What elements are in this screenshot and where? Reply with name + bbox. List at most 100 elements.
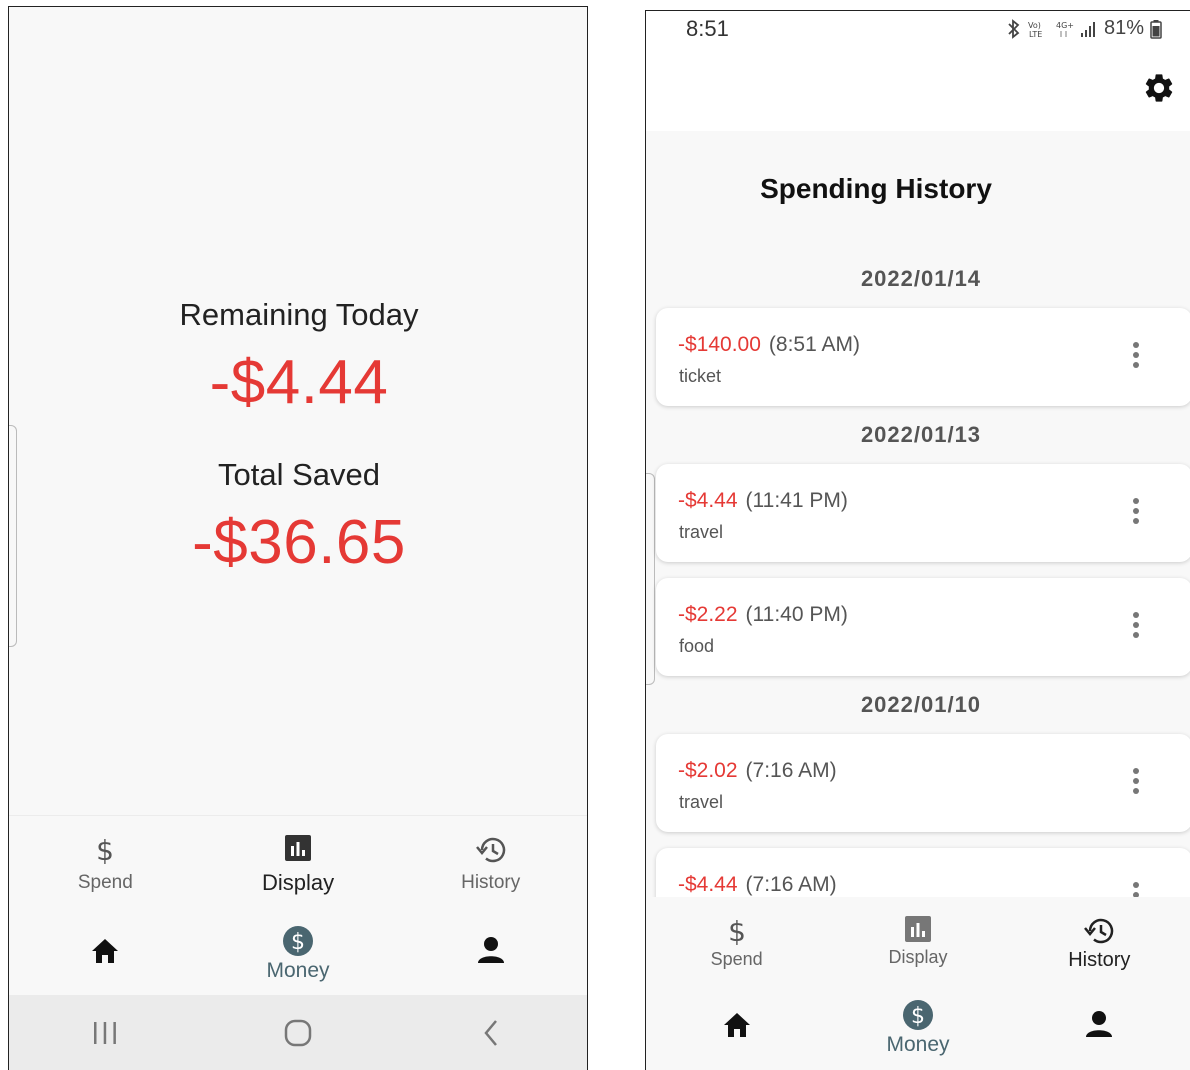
tab-display[interactable]: Display: [202, 816, 395, 907]
nav-money[interactable]: $ Money: [827, 983, 1008, 1070]
entry-amount: -$4.44: [678, 873, 738, 896]
entry-time: (7:16 AM): [745, 759, 837, 782]
tab-display-label: Display: [888, 947, 948, 967]
more-options-icon[interactable]: [1130, 768, 1142, 798]
bar-chart-icon: [904, 916, 931, 942]
entry-amount: -$2.02: [678, 759, 738, 782]
tab-spend[interactable]: $ Spend: [646, 897, 827, 983]
back-button[interactable]: [394, 1018, 587, 1048]
date-header: 2022/01/13: [860, 422, 982, 447]
bluetooth-icon: [1008, 18, 1020, 39]
view-tabs: $ Spend Display History: [646, 897, 1190, 983]
entry-amount-time: -$2.02 (7:16 AM): [678, 759, 837, 783]
home-circle-icon: [284, 1019, 312, 1047]
nav-money-label: Money: [266, 959, 330, 982]
person-icon: [477, 937, 504, 963]
tab-spend-label: Spend: [710, 949, 763, 969]
recents-button[interactable]: [9, 1020, 202, 1046]
date-header: 2022/01/10: [860, 692, 982, 717]
nav-profile[interactable]: [1009, 983, 1190, 1070]
svg-text:$: $: [291, 930, 305, 955]
entry-amount-time: -$4.44 (7:16 AM): [678, 873, 837, 897]
home-icon: [723, 1013, 750, 1037]
nav-home[interactable]: [9, 907, 202, 995]
bottom-navigation: $ Money: [646, 983, 1190, 1070]
history-entry-card[interactable]: -$2.22 (11:40 PM) food: [656, 578, 1190, 676]
svg-text:LTE: LTE: [1029, 30, 1042, 39]
entry-note: travel: [679, 792, 724, 812]
settings-gear-icon[interactable]: [1142, 71, 1176, 105]
svg-text:$: $: [728, 915, 746, 947]
history-entry-card[interactable]: -$2.02 (7:16 AM) travel: [656, 734, 1190, 832]
status-clock: 8:51: [686, 16, 729, 41]
back-chevron-icon: [484, 1020, 497, 1046]
svg-text:$: $: [911, 1004, 925, 1029]
entry-amount-time: -$4.44 (11:41 PM): [678, 489, 848, 513]
nav-profile[interactable]: [394, 907, 587, 995]
tab-history[interactable]: History: [1009, 897, 1190, 983]
entry-time: (11:40 PM): [745, 603, 848, 626]
svg-text:$: $: [96, 834, 114, 866]
remaining-today-section: Remaining Today: [9, 297, 587, 333]
total-saved-value-wrap: -$36.65: [9, 507, 587, 578]
tab-display[interactable]: Display: [827, 897, 1008, 983]
tab-display-label: Display: [261, 870, 335, 895]
tab-history[interactable]: History: [394, 816, 587, 907]
right-phone-screen: 8:51 Vo) LTE 4G+ 81% Spending History 202…: [645, 10, 1190, 1070]
nav-money-label: Money: [886, 1033, 950, 1056]
status-icons: Vo) LTE 4G+ 81%: [1006, 17, 1162, 40]
battery-icon: [1150, 19, 1162, 39]
bar-chart-icon: [285, 835, 311, 861]
app-bar: [646, 49, 1190, 131]
dollar-icon: $: [728, 915, 746, 947]
person-icon: [1086, 1011, 1113, 1037]
entry-amount-time: -$140.00 (8:51 AM): [678, 333, 860, 357]
total-saved-section: Total Saved: [9, 457, 587, 493]
history-icon: [475, 837, 505, 863]
tab-history-label: History: [1068, 949, 1131, 971]
total-saved-label: Total Saved: [218, 457, 380, 492]
history-entry-card[interactable]: -$140.00 (8:51 AM) ticket: [656, 308, 1190, 406]
remaining-today-value-wrap: -$4.44: [9, 347, 587, 418]
nav-money[interactable]: $ Money: [202, 907, 395, 995]
date-header: 2022/01/14: [860, 266, 982, 291]
entry-note: travel: [679, 522, 724, 542]
volte-icon: Vo)LTE: [1028, 21, 1042, 39]
tab-spend[interactable]: $ Spend: [9, 816, 202, 907]
entry-time: (7:16 AM): [745, 873, 837, 896]
svg-text:4G+: 4G+: [1056, 21, 1074, 30]
system-navigation-bar: [9, 995, 587, 1070]
more-options-icon[interactable]: [1130, 342, 1142, 372]
tab-spend-label: Spend: [77, 872, 133, 893]
more-options-icon[interactable]: [1130, 498, 1142, 528]
nav-home[interactable]: [646, 983, 827, 1070]
history-icon: [1084, 918, 1114, 944]
entry-amount-time: -$2.22 (11:40 PM): [678, 603, 848, 627]
bottom-navigation: $ Money: [9, 907, 587, 995]
remaining-today-value: -$4.44: [209, 348, 389, 417]
left-phone-screen: Remaining Today -$4.44 Total Saved -$36.…: [8, 6, 588, 1070]
home-button[interactable]: [202, 1018, 395, 1048]
view-tabs: $ Spend Display History: [9, 815, 587, 907]
more-options-icon[interactable]: [1130, 612, 1142, 642]
entry-note: ticket: [679, 366, 722, 386]
money-icon: $: [283, 926, 313, 956]
recents-icon: [94, 1022, 117, 1044]
page-title: Spending History: [760, 173, 992, 204]
status-bar: 8:51 Vo) LTE 4G+ 81%: [646, 11, 1190, 49]
entry-amount: -$2.22: [678, 603, 738, 626]
entry-amount: -$4.44: [678, 489, 738, 512]
entry-amount: -$140.00: [678, 333, 761, 356]
entry-time: (11:41 PM): [745, 489, 848, 512]
network-4g-icon: 4G+: [1056, 21, 1074, 37]
svg-text:Vo): Vo): [1028, 21, 1041, 30]
entry-time: (8:51 AM): [768, 333, 860, 356]
home-icon: [92, 939, 119, 963]
entry-note: food: [679, 636, 715, 656]
edge-panel-handle[interactable]: [646, 473, 655, 685]
tab-history-label: History: [461, 872, 521, 893]
dollar-icon: $: [96, 834, 114, 866]
history-entry-card[interactable]: -$4.44 (11:41 PM) travel: [656, 464, 1190, 562]
total-saved-value: -$36.65: [192, 508, 406, 577]
battery-percent: 81%: [1103, 17, 1144, 39]
